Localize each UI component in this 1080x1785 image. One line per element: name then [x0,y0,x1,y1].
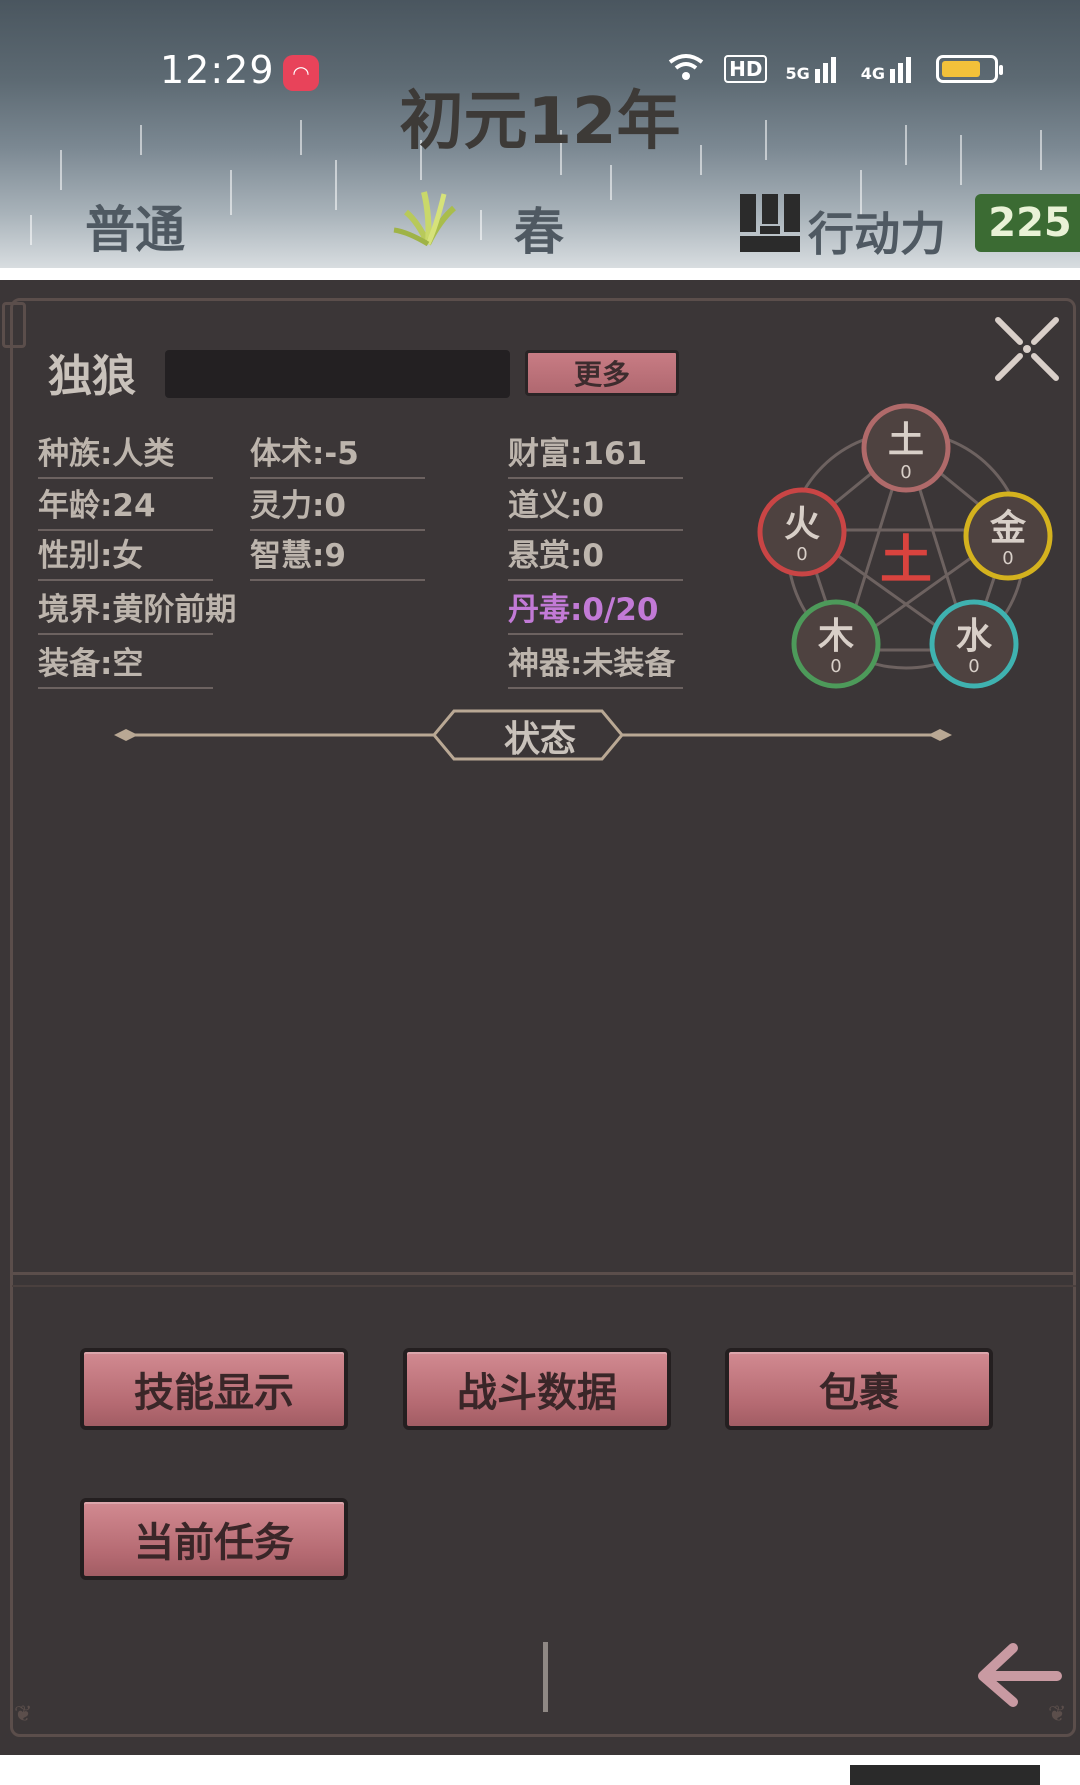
corner-leaf-icon: ❦ [1048,1702,1067,1727]
stat-race: 种族:人类 [38,428,213,479]
element-water-value: 0 [968,656,979,677]
stat-wisdom: 智慧:9 [250,530,425,581]
element-water: 水 0 [929,599,1019,689]
bag-button[interactable]: 包裹 [725,1348,993,1430]
stat-gender: 性别:女 [38,530,213,581]
section-separator [12,1272,1076,1275]
action-points-label: 行动力 [808,207,946,261]
more-button[interactable]: 更多 [525,350,679,396]
stat-pill-toxicity: 丹毒:0/20 [508,584,683,635]
back-arrow-icon[interactable] [973,1640,1063,1710]
action-points-icon [740,194,800,252]
text-cursor [543,1642,548,1712]
season-label: 春 [514,203,564,261]
panel-side-tab [2,302,26,348]
stat-equipment: 装备:空 [38,638,213,689]
current-quest-button[interactable]: 当前任务 [80,1498,348,1580]
stat-realm: 境界:黄阶前期 [38,584,236,635]
element-wood-label: 木 [818,616,854,657]
difficulty-mode: 普通 [85,201,185,259]
element-metal-value: 0 [1002,548,1013,569]
skills-button[interactable]: 技能显示 [80,1348,348,1430]
stat-wealth: 财富:161 [508,428,683,479]
grass-icon [393,191,457,246]
section-separator-inner [12,1285,1076,1287]
element-fire-label: 火 [784,504,820,545]
element-earth-value: 0 [900,462,911,483]
year-title: 初元12年 [399,85,681,159]
element-metal: 金 0 [963,491,1053,581]
five-elements-diagram: 土 土 0 金 0 水 0 木 0 火 0 [757,403,1053,689]
close-icon[interactable] [994,316,1060,382]
stat-bounty: 悬赏:0 [508,530,683,581]
element-earth-label: 土 [888,420,924,461]
bottom-edge-tab [850,1765,1040,1785]
status-section-title: 状态 [503,719,576,760]
element-wood: 木 0 [791,599,881,689]
stat-body: 体术:-5 [250,428,425,479]
element-earth: 土 0 [861,403,951,493]
character-name: 独狼 [48,351,136,402]
stat-spirit: 灵力:0 [250,480,425,531]
stat-age: 年龄:24 [38,480,213,531]
stat-artifact: 神器:未装备 [508,638,683,689]
top-bar: 12:29 ◠ HD 5G 4G 初元12年 普通 春 行动力 225 [0,0,1080,268]
element-water-label: 水 [956,616,993,657]
wuxing-center-label: 土 [880,531,932,591]
title-bar [165,350,510,398]
battle-data-button[interactable]: 战斗数据 [403,1348,671,1430]
corner-leaf-icon: ❦ [14,1702,33,1727]
element-fire: 火 0 [757,487,847,577]
element-fire-value: 0 [796,544,807,565]
stat-righteousness: 道义:0 [508,480,683,531]
element-wood-value: 0 [830,656,841,677]
element-metal-label: 金 [989,507,1027,549]
action-points-value: 225 [975,194,1080,252]
